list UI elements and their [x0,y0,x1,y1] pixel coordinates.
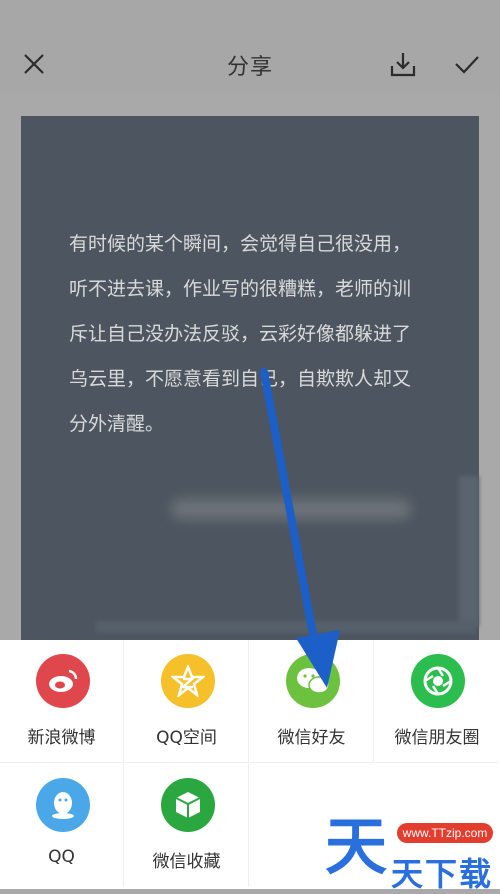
wechat-icon [286,654,340,708]
share-preview-card: 有时候的某个瞬间，会觉得自己很没用，听不进去课，作业写的很糟糕，老师的训斥让自己… [21,116,479,640]
weibo-icon [36,654,90,708]
share-option-qzone[interactable]: QQ空间 [125,640,249,763]
share-option-label: 微信收藏 [152,852,221,872]
share-option-wechat[interactable]: 微信好友 [250,640,374,763]
watermark-text: 天下载 [391,855,494,893]
watermark-big-char: 天 [325,810,388,883]
share-option-label: 微信朋友圈 [394,728,480,748]
card-shade [459,476,479,626]
top-bar: 分享 [0,0,500,95]
share-option-label: QQ [48,847,75,867]
page-title: 分享 [226,55,273,80]
watermark-url-badge: www.TTzip.com [397,823,493,843]
share-option-qq[interactable]: QQ [0,764,124,887]
share-option-label: QQ空间 [156,728,217,748]
card-footer-strip [96,621,476,633]
moments-icon [411,654,465,708]
card-text: 有时候的某个瞬间，会觉得自己很没用，听不进去课，作业写的很糟糕，老师的训斥让自己… [69,233,412,435]
download-icon[interactable] [389,50,417,78]
share-option-moments[interactable]: 微信朋友圈 [375,640,499,763]
qzone-icon [161,654,215,708]
share-option-weibo[interactable]: 新浪微博 [0,640,124,763]
qq-icon [36,778,90,832]
favorites-icon [161,778,215,832]
share-option-favorites[interactable]: 微信收藏 [125,764,249,887]
check-icon[interactable] [453,50,481,78]
share-option-label: 微信好友 [277,728,346,748]
share-option-label: 新浪微博 [27,728,96,748]
blurred-signature [171,499,411,519]
